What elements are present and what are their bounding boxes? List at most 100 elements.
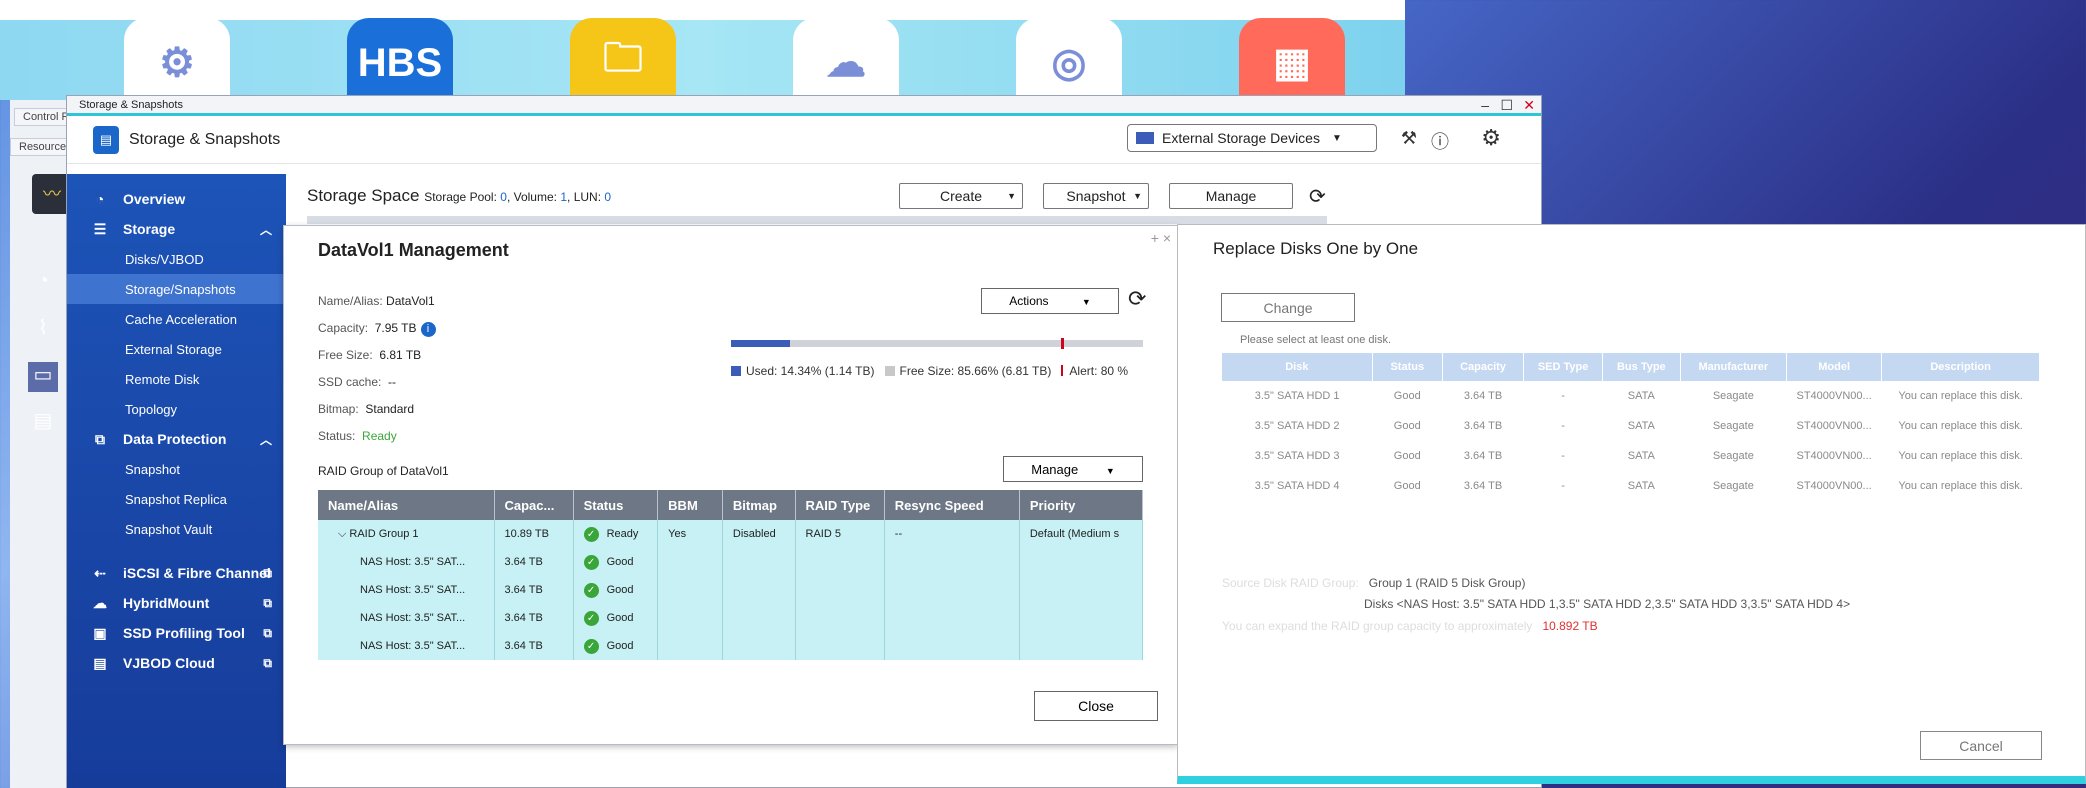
- sidebar-item-topology[interactable]: Topology: [67, 394, 286, 424]
- raid-cell-cap: 3.64 TB: [494, 576, 574, 604]
- chevron-down-icon: ▼: [1007, 191, 1016, 201]
- sidebar-item-snapshot[interactable]: Snapshot: [67, 454, 286, 484]
- table-row[interactable]: ⌵ RAID Group 1 10.89 TB ✓ Ready Yes Disabled R…: [318, 520, 1144, 548]
- chevron-down-icon[interactable]: ⌵: [338, 528, 349, 540]
- sidebar-item-iscsi-fibre-channel[interactable]: ⇠ iSCSI & Fibre Channel ⧉: [67, 558, 286, 588]
- table-row[interactable]: 3.5" SATA HDD 3 Good 3.64 TB - SATA Seagate ST…: [1222, 441, 2040, 471]
- raid-col-header[interactable]: Name/Alias: [318, 490, 495, 520]
- disk-cell: ST4000VN00...: [1796, 390, 1872, 402]
- source-group-row: Source Disk RAID Group: Group 1 (RAID 5 …: [1222, 576, 1525, 590]
- speed-icon[interactable]: ◔: [28, 270, 58, 300]
- sidebar-item-hybridmount[interactable]: ☁ HybridMount ⧉: [67, 588, 286, 618]
- table-row[interactable]: 3.5" SATA HDD 1 Good 3.64 TB - SATA Seagate ST…: [1222, 381, 2040, 411]
- raid-cell-text: Good: [606, 555, 634, 568]
- disk-col-header[interactable]: Disk: [1222, 353, 1373, 381]
- change-button[interactable]: Change: [1221, 293, 1355, 322]
- sidebar-item-vjbod-cloud[interactable]: ▤ VJBOD Cloud ⧉: [67, 648, 286, 678]
- manage-button[interactable]: Manage: [1169, 183, 1293, 209]
- settings-gear-icon[interactable]: ⚙: [1481, 125, 1501, 151]
- lun-count: 0: [604, 190, 612, 204]
- raid-cell-cap: 10.89 TB: [494, 520, 574, 548]
- sidebar-item-data-protection[interactable]: ⧉ Data Protection ︿: [67, 424, 286, 454]
- actions-button[interactable]: Actions ▼: [981, 288, 1119, 314]
- raid-col-header[interactable]: RAID Type: [795, 490, 885, 520]
- dialog-close-icon[interactable]: + ×: [1151, 230, 1171, 246]
- disk-col-header[interactable]: Model: [1786, 353, 1883, 381]
- raid-cell-text: Good: [606, 611, 634, 624]
- sidebar-item-disks-vjbod[interactable]: Disks/VJBOD: [67, 244, 286, 274]
- close-window-icon[interactable]: ✕: [1523, 97, 1535, 114]
- raid-cell-status: ✓ Good: [573, 576, 659, 604]
- raid-col-header[interactable]: Priority: [1019, 490, 1144, 520]
- external-storage-button[interactable]: External Storage Devices ▼: [1127, 124, 1377, 152]
- sidebar-item-snapshot-replica[interactable]: Snapshot Replica: [67, 484, 286, 514]
- close-button[interactable]: Close: [1034, 691, 1158, 721]
- disk-cell: SATA: [1627, 390, 1655, 402]
- sidebar-item-overview[interactable]: ◔ Overview: [67, 184, 286, 214]
- disk-cell: 3.5" SATA HDD 4: [1254, 480, 1340, 492]
- ssd-label: SSD cache:: [318, 375, 382, 389]
- raid-col-header[interactable]: Bitmap: [722, 490, 796, 520]
- free-value: 6.81 TB: [379, 348, 422, 362]
- wand-icon[interactable]: ⚒: [1401, 128, 1417, 149]
- disk-col-header[interactable]: Manufacturer: [1680, 353, 1788, 381]
- desktop-top-strip: [0, 0, 1405, 20]
- disk-cell: Seagate: [1712, 390, 1754, 402]
- minimize-icon[interactable]: –: [1481, 97, 1489, 113]
- table-row[interactable]: NAS Host: 3.5" SAT... 3.64 TB ✓ Good: [318, 548, 1144, 576]
- disk-col-header[interactable]: Capacity: [1442, 353, 1525, 381]
- raid-col-header[interactable]: Resync Speed: [884, 490, 1020, 520]
- sidebar: ◔ Overview ☰ Storage ︿ Disks/VJBOD Storage/Sna…: [67, 174, 286, 788]
- raid-col-header[interactable]: Capac...: [494, 490, 574, 520]
- name-value: DataVol1: [386, 294, 435, 308]
- sidebar-item-storage-snapshots[interactable]: Storage/Snapshots: [67, 274, 286, 304]
- disk-cell: Seagate: [1712, 480, 1754, 492]
- log-icon[interactable]: ▤: [28, 408, 58, 438]
- disk-col-header[interactable]: Description: [1881, 353, 2040, 381]
- raid-col-header[interactable]: BBM: [657, 490, 723, 520]
- raid-manage-button[interactable]: Manage ▼: [1003, 456, 1143, 482]
- refresh-icon[interactable]: ⟳: [1309, 184, 1326, 209]
- drive-icon[interactable]: ▭: [28, 362, 58, 392]
- snapshot-button[interactable]: Snapshot ▼: [1043, 183, 1149, 209]
- raid-cell-text: 3.64 TB: [504, 612, 543, 624]
- sidebar-item-snapshot-vault[interactable]: Snapshot Vault: [67, 514, 286, 544]
- raid-cell-name: NAS Host: 3.5" SAT...: [318, 576, 495, 604]
- table-row[interactable]: 3.5" SATA HDD 4 Good 3.64 TB - SATA Seagate ST…: [1222, 471, 2040, 501]
- disk-col-header[interactable]: Status: [1372, 353, 1443, 381]
- maximize-icon[interactable]: ☐: [1500, 97, 1513, 114]
- refresh-icon[interactable]: ⟳: [1128, 286, 1146, 312]
- help-icon[interactable]: ⓘ: [1431, 128, 1449, 154]
- raid-col-header[interactable]: Status: [573, 490, 659, 520]
- dialog-title: DataVol1 Management: [318, 240, 509, 260]
- table-row[interactable]: NAS Host: 3.5" SAT... 3.64 TB ✓ Good: [318, 632, 1144, 660]
- snapshot-label: Snapshot: [1066, 188, 1126, 204]
- source-label: Source Disk RAID Group:: [1222, 576, 1359, 590]
- info-icon[interactable]: i: [420, 322, 436, 337]
- disk-col-header[interactable]: SED Type: [1523, 353, 1604, 381]
- external-link-icon: ⧉: [263, 625, 272, 640]
- pool-count: 0: [500, 190, 507, 204]
- sidebar-item-label: Storage/Snapshots: [125, 281, 236, 297]
- volume-label: Volume:: [513, 190, 557, 204]
- table-row[interactable]: NAS Host: 3.5" SAT... 3.64 TB ✓ Good: [318, 604, 1144, 632]
- sidebar-item-external-storage[interactable]: External Storage: [67, 334, 286, 364]
- sidebar-item-ssd-profiling-tool[interactable]: ▣ SSD Profiling Tool ⧉: [67, 618, 286, 648]
- raid-cell-priority: [1019, 632, 1144, 660]
- cancel-button[interactable]: Cancel: [1920, 731, 2042, 760]
- name-row: Name/Alias: DataVol1: [318, 294, 435, 308]
- table-row[interactable]: 3.5" SATA HDD 2 Good 3.64 TB - SATA Seagate ST…: [1222, 411, 2040, 441]
- window-titlebar[interactable]: Storage & Snapshots – ☐ ✕: [67, 96, 1541, 116]
- table-row[interactable]: NAS Host: 3.5" SAT... 3.64 TB ✓ Good: [318, 576, 1144, 604]
- chart-icon[interactable]: ⌇: [28, 315, 58, 345]
- external-link-icon: ⧉: [263, 565, 272, 580]
- status-value: Ready: [362, 429, 397, 443]
- raid-cell-text: Ready: [606, 527, 639, 540]
- create-button[interactable]: Create ▼: [899, 183, 1023, 209]
- raid-cell-name: ⌵ RAID Group 1: [318, 520, 495, 548]
- sidebar-item-remote-disk[interactable]: Remote Disk: [67, 364, 286, 394]
- free-label: Free Size:: [318, 348, 373, 362]
- disk-col-header[interactable]: Bus Type: [1602, 353, 1681, 381]
- sidebar-item-cache-acceleration[interactable]: Cache Acceleration: [67, 304, 286, 334]
- sidebar-item-storage[interactable]: ☰ Storage ︿: [67, 214, 286, 244]
